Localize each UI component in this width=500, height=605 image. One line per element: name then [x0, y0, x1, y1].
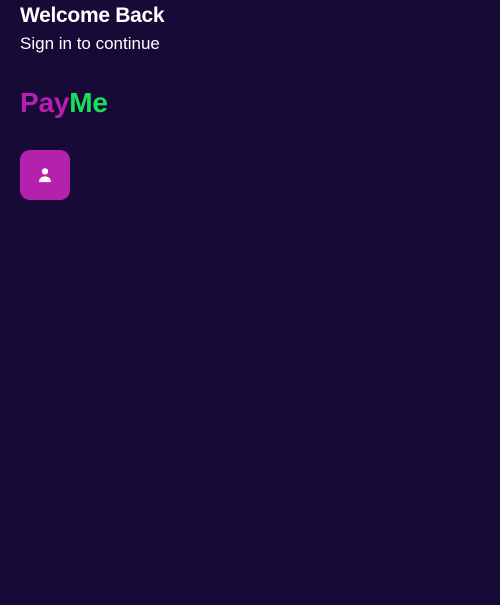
login-screen: Welcome Back Sign in to continue PayMe: [0, 0, 500, 605]
brand-logo: PayMe: [20, 86, 108, 120]
page-title: Welcome Back: [20, 4, 165, 27]
person-icon: [36, 166, 54, 184]
profile-button[interactable]: [20, 150, 70, 200]
welcome-header: Welcome Back Sign in to continue: [20, 3, 165, 55]
brand-logo-pay: Pay: [20, 87, 70, 118]
brand-logo-me: Me: [69, 87, 108, 118]
page-subtitle: Sign in to continue: [20, 34, 160, 53]
